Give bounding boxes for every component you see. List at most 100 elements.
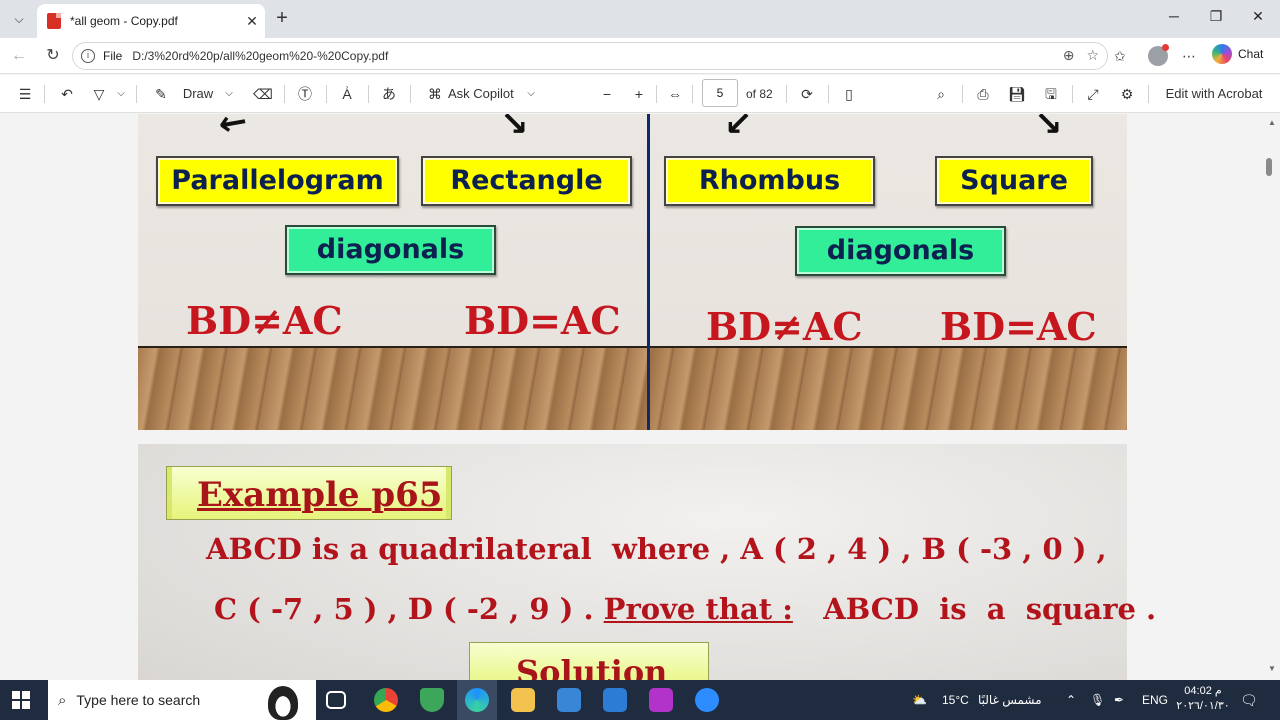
pdf-toolbar: ☰ ↶ ▽ ⌵ ✎ Draw ⌵ ⌫ Ⓣ A͗ あ ⌘ Ask Copilot …	[0, 75, 1280, 113]
arrow-down-right-icon: ↘	[1034, 114, 1063, 143]
address-bar: ← ↻ i File D:/3%20rd%20p/all%20geom%20-%…	[0, 38, 1280, 74]
fit-width-icon[interactable]: ⇔	[664, 83, 686, 105]
example-title-box: Example p65	[166, 466, 452, 520]
clock-time: 04:02 م	[1184, 685, 1222, 697]
page-number-input[interactable]: 5	[702, 79, 738, 107]
print-icon[interactable]: ⎙	[972, 83, 994, 105]
weather-temperature[interactable]: 15°C	[942, 680, 969, 720]
translate-icon[interactable]: あ	[378, 83, 400, 105]
slide-example: Example p65 ABCD is a quadrilateral wher…	[138, 444, 1156, 680]
edit-with-acrobat-button[interactable]: Edit with Acrobat	[1160, 83, 1268, 105]
equation-parallelogram: BD≠AC	[186, 298, 343, 343]
draw-button[interactable]: Draw	[178, 83, 218, 105]
chrome-icon[interactable]	[374, 688, 398, 712]
slide-divider	[647, 114, 650, 430]
site-info-icon[interactable]: i	[81, 49, 95, 63]
arrow-down-right-icon: ↘	[500, 114, 529, 143]
task-view-icon[interactable]	[326, 691, 346, 709]
favorites-icon[interactable]: ✩	[1114, 44, 1126, 68]
scrollbar-thumb[interactable]	[1266, 158, 1272, 176]
solution-title-box: Solution	[469, 642, 709, 680]
highlight-chevron-icon[interactable]: ⌵	[114, 83, 128, 105]
taskbar-search-placeholder: Type here to search	[76, 692, 201, 708]
problem-line-2-points: C ( -7 , 5 ) , D ( -2 , 9 ) .	[214, 592, 604, 626]
equation-square: BD=AC	[940, 304, 1097, 349]
copilot-chevron-icon[interactable]: ⌵	[524, 83, 538, 105]
store-icon[interactable]	[557, 688, 581, 712]
pdf-icon	[47, 13, 61, 29]
shape-label-parallelogram: Parallelogram	[156, 156, 399, 206]
shape-label-square: Square	[935, 156, 1093, 206]
page-view-icon[interactable]: ▯	[838, 83, 860, 105]
search-icon[interactable]: ⌕	[930, 83, 952, 105]
notifications-icon[interactable]: 🗨︎	[1240, 680, 1258, 720]
url-scheme-label: File	[103, 49, 123, 63]
favorite-star-icon[interactable]: ☆	[1086, 47, 1099, 64]
file-explorer-icon[interactable]	[511, 688, 535, 712]
url-field[interactable]: i File D:/3%20rd%20p/all%20geom%20-%20Co…	[72, 42, 1108, 70]
vertical-scrollbar[interactable]	[1264, 114, 1280, 680]
scroll-down-icon[interactable]: ▼	[1264, 664, 1280, 678]
equation-rectangle: BD=AC	[464, 298, 621, 343]
zoom-in-icon[interactable]: +	[628, 83, 650, 105]
copilot-icon	[1212, 44, 1232, 64]
example-title: Example p65	[197, 475, 443, 515]
ask-copilot-button[interactable]: Ask Copilot	[448, 83, 520, 105]
pen-icon[interactable]: ✒	[1114, 680, 1124, 720]
weather-description[interactable]: مشمس غالبًا	[978, 680, 1042, 720]
minimize-icon[interactable]: ─	[1152, 8, 1196, 30]
rotate-icon[interactable]: ⟳	[796, 83, 818, 105]
window-close-icon[interactable]: ✕	[1236, 8, 1280, 30]
wood-floor-image	[138, 348, 1127, 430]
copilot-toolbar-icon[interactable]: ⌘	[424, 83, 446, 105]
problem-line-2-goal: ABCD is a square .	[792, 592, 1157, 626]
highlight-icon[interactable]: ▽	[88, 83, 110, 105]
new-tab-plus-icon[interactable]: +	[270, 7, 294, 31]
text-box-icon[interactable]: Ⓣ	[294, 83, 316, 105]
tab-title: *all geom - Copy.pdf	[70, 14, 178, 28]
mail-icon[interactable]	[603, 688, 627, 712]
arrow-down-left-icon: ↙	[724, 114, 753, 143]
back-arrow-icon[interactable]: ←	[6, 44, 32, 68]
active-tab[interactable]: *all geom - Copy.pdf ✕	[37, 4, 265, 38]
copilot-chat-button[interactable]: Chat	[1212, 44, 1263, 64]
save-as-icon[interactable]: 🖫	[1040, 83, 1062, 105]
windows-start-icon[interactable]	[12, 691, 30, 709]
microphone-icon[interactable]: 🎙︎	[1090, 680, 1105, 720]
zoom-app-icon[interactable]	[695, 688, 719, 712]
page-total: of 82	[746, 87, 773, 101]
url-text[interactable]: D:/3%20rd%20p/all%20geom%20-%20Copy.pdf	[132, 49, 388, 63]
equation-rhombus: BD≠AC	[706, 304, 863, 349]
language-indicator[interactable]: ENG	[1142, 680, 1168, 720]
problem-line-1: ABCD is a quadrilateral where , A ( 2 , …	[206, 532, 1107, 566]
save-icon[interactable]: 💾︎	[1006, 83, 1028, 105]
draw-chevron-icon[interactable]: ⌵	[222, 83, 236, 105]
zoom-out-icon[interactable]: −	[596, 83, 618, 105]
fullscreen-icon[interactable]: ⤢	[1082, 83, 1104, 105]
tab-actions-chevron-icon[interactable]: ⌵	[6, 6, 32, 32]
weather-icon[interactable]: ⛅	[912, 680, 927, 720]
edge-icon[interactable]	[465, 688, 489, 712]
restore-icon[interactable]: ❐	[1194, 8, 1238, 30]
chat-label: Chat	[1238, 47, 1264, 61]
zoom-icon[interactable]: ⊕	[1063, 47, 1075, 64]
close-tab-icon[interactable]: ✕	[239, 13, 265, 30]
taskbar-search-field[interactable]: ⌕ Type here to search	[48, 680, 316, 720]
contents-list-icon[interactable]: ☰	[14, 83, 36, 105]
shield-app-icon[interactable]	[420, 688, 444, 712]
eraser-icon[interactable]: ⌫	[252, 83, 274, 105]
settings-gear-icon[interactable]: ⚙	[1116, 83, 1138, 105]
pdf-app-icon[interactable]	[649, 688, 673, 712]
undo-icon[interactable]: ↶	[56, 83, 78, 105]
scroll-up-icon[interactable]: ▲	[1264, 118, 1280, 132]
shape-label-rectangle: Rectangle	[421, 156, 632, 206]
pdf-viewport[interactable]: ↙ ↘ ↙ ↘ Parallelogram Rectangle Rhombus …	[0, 114, 1264, 680]
more-menu-icon[interactable]: ⋯	[1182, 44, 1196, 68]
draw-pen-icon[interactable]: ✎	[150, 83, 172, 105]
read-aloud-icon[interactable]: A͗	[336, 83, 358, 105]
system-clock[interactable]: 04:02 م ٢٠٢٦/٠١/٣٠	[1176, 684, 1230, 714]
reload-icon[interactable]: ↻	[40, 44, 66, 68]
slide-quadrilateral-diagonals: ↙ ↘ ↙ ↘ Parallelogram Rectangle Rhombus …	[138, 114, 1127, 430]
search-highlight-image	[268, 686, 298, 720]
tray-chevron-icon[interactable]: ⌃	[1066, 680, 1076, 720]
